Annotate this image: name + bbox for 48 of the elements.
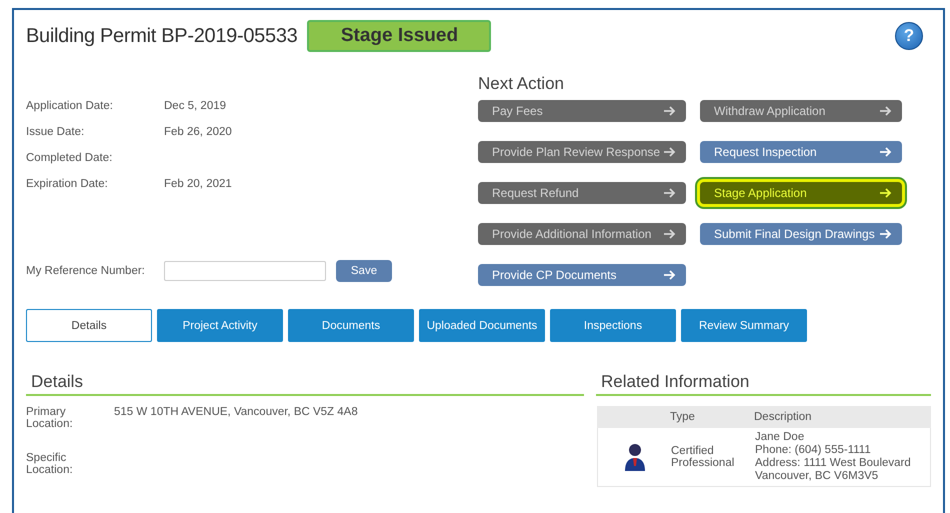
- action-button[interactable]: Withdraw Application: [700, 100, 902, 122]
- section-title: Details: [26, 372, 584, 396]
- arrow-right-icon: [880, 147, 892, 157]
- tab[interactable]: Inspections: [550, 309, 676, 342]
- date-value: Dec 5, 2019: [164, 100, 228, 114]
- date-value: Feb 26, 2020: [164, 126, 233, 140]
- arrow-right-icon: [664, 188, 676, 198]
- action-button[interactable]: Provide Plan Review Response: [478, 141, 686, 163]
- help-button[interactable]: ?: [895, 22, 923, 50]
- table-cell-text: Certified Professional: [671, 445, 736, 469]
- section-title: Related Information: [596, 372, 931, 396]
- status-badge: Stage Issued: [307, 20, 492, 52]
- tab[interactable]: Review Summary: [681, 309, 807, 342]
- date-label: Expiration Date:: [26, 178, 109, 192]
- arrow-right-icon: [664, 229, 676, 239]
- column-header: Type: [670, 411, 696, 423]
- section-title: Next Action: [478, 74, 565, 94]
- arrow-right-icon: [880, 229, 892, 239]
- action-button[interactable]: Stage Application: [700, 182, 902, 204]
- arrow-right-icon: [664, 106, 676, 116]
- detail-label: Primary Location:: [26, 406, 74, 432]
- column-header: Description: [754, 411, 813, 423]
- action-button[interactable]: Request Refund: [478, 182, 686, 204]
- table-cell-text: Jane Doe Phone: (604) 555-1111 Address: 1111 West Boulevard Vancouver, BC V6M3V5: [755, 431, 912, 483]
- date-value: Feb 20, 2021: [164, 178, 233, 192]
- reference-label: My Reference Number:: [26, 265, 146, 277]
- detail-label: Specific Location:: [26, 452, 74, 478]
- page-title: Building Permit BP-2019-05533: [26, 24, 298, 48]
- date-label: Completed Date:: [26, 152, 114, 166]
- arrow-right-icon: [664, 147, 676, 157]
- arrow-right-icon: [880, 106, 892, 116]
- action-button[interactable]: Provide CP Documents: [478, 264, 686, 286]
- detail-value: 515 W 10TH AVENUE, Vancouver, BC V5Z 4A8: [114, 406, 359, 420]
- action-button[interactable]: Provide Additional Information: [478, 223, 686, 245]
- arrow-right-icon: [880, 188, 892, 198]
- tab[interactable]: Project Activity: [157, 309, 283, 342]
- arrow-right-icon: [664, 270, 676, 280]
- reference-number-field[interactable]: [164, 261, 326, 281]
- action-button[interactable]: Pay Fees: [478, 100, 686, 122]
- tab[interactable]: Documents: [288, 309, 414, 342]
- action-button[interactable]: Request Inspection: [700, 141, 902, 163]
- tab[interactable]: Uploaded Documents: [419, 309, 545, 342]
- date-label: Application Date:: [26, 100, 114, 114]
- tab[interactable]: Details: [26, 309, 152, 342]
- date-label: Issue Date:: [26, 126, 86, 140]
- person-icon: [624, 442, 646, 472]
- save-button[interactable]: Save: [336, 260, 392, 282]
- action-button[interactable]: Submit Final Design Drawings: [700, 223, 902, 245]
